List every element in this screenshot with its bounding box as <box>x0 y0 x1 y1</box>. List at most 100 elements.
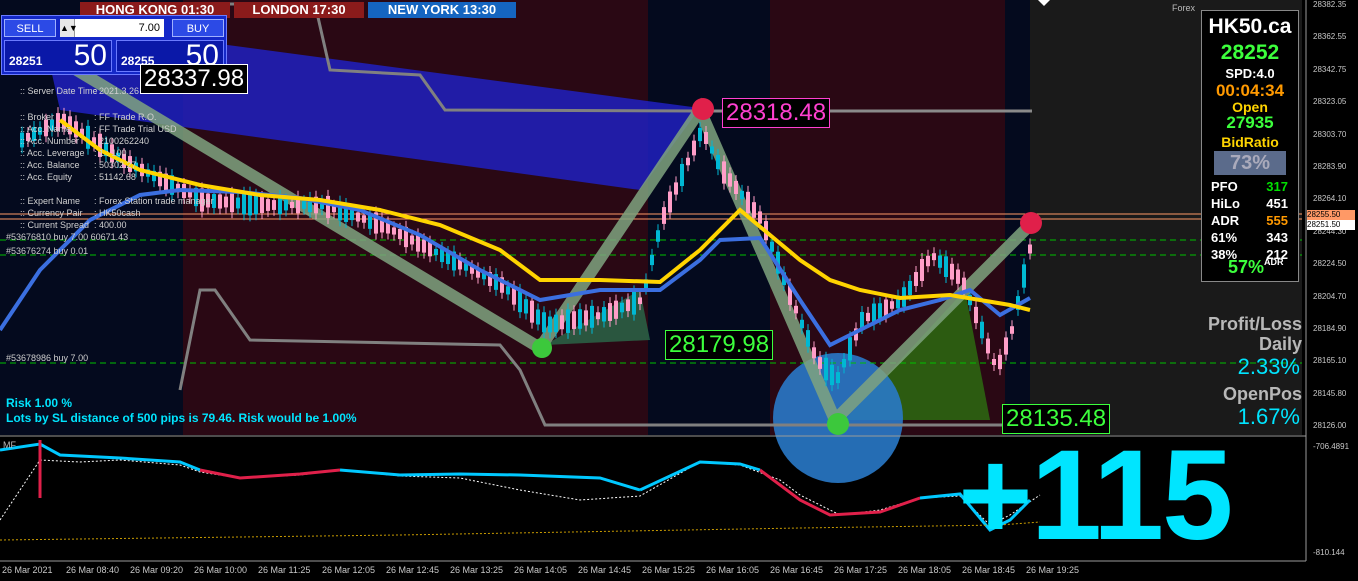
sell-button[interactable]: SELL <box>4 19 56 37</box>
candle <box>812 347 816 359</box>
candle <box>596 312 600 320</box>
candle <box>416 234 420 252</box>
candle <box>890 301 894 309</box>
buy-button[interactable]: BUY <box>172 19 224 37</box>
info-value: : FF Trade Trial USD <box>94 124 177 134</box>
price-axis-label: 28224.50 <box>1313 259 1347 269</box>
open-value: 27935 <box>1226 113 1274 132</box>
info-key: :: Broker <box>20 112 55 122</box>
candle <box>842 359 846 368</box>
candle <box>410 235 414 245</box>
candle <box>728 173 732 187</box>
account-info-row: :: Acc. Leverage: 1 : 100 <box>20 148 127 158</box>
candle <box>716 154 720 170</box>
candle <box>668 191 672 213</box>
time-axis-label: 26 Mar 16:45 <box>770 565 824 575</box>
candle <box>242 192 246 215</box>
candle <box>362 215 366 223</box>
order-line-label: #53676810 buy 7.00 60671.43 <box>6 232 129 242</box>
candle <box>938 255 942 268</box>
account-info-row: :: Acc. Name: FF Trade Trial USD <box>20 124 177 134</box>
candle <box>356 212 360 222</box>
price-axis-label: 28264.10 <box>1313 194 1347 204</box>
candle <box>608 303 612 321</box>
info-value: : 50302.27 <box>94 160 137 170</box>
candle <box>638 297 642 305</box>
candle <box>662 207 666 224</box>
candle <box>260 197 264 213</box>
candle <box>224 196 228 208</box>
candle <box>806 330 810 347</box>
candle <box>266 199 270 211</box>
candle <box>1004 337 1008 355</box>
info-key: :: Currency Pair <box>20 208 83 218</box>
candle <box>392 227 396 235</box>
candle <box>626 299 630 312</box>
candle <box>986 338 990 354</box>
order-line-label: #53676274 buy 0.01 <box>6 246 89 256</box>
osc-axis-top: -706.4891 <box>1313 442 1350 451</box>
account-info-row: :: Broker : FF Trade R.O. <box>20 112 157 122</box>
bidratio-box: 73% <box>1214 151 1286 175</box>
time-axis-label: 26 Mar 14:45 <box>578 565 632 575</box>
risk-percent: Risk 1.00 % <box>6 396 73 410</box>
info-value: : 400.00 <box>94 220 127 230</box>
candle <box>1022 264 1026 288</box>
candle <box>800 319 804 329</box>
account-info-row: :: Acc. Equity: 51142.68 <box>20 172 136 182</box>
price-axis-label: 28204.70 <box>1313 291 1347 301</box>
info-key: :: Expert Name <box>20 196 81 206</box>
lot-spinner[interactable]: ▲▼ <box>60 19 78 37</box>
symbol-info-panel: HK50.ca 28252 SPD:4.0 00:04:34 Open 2793… <box>1201 10 1299 282</box>
info-key: :: Current Spread <box>20 220 90 230</box>
info-key: :: Server Date Time <box>20 86 98 96</box>
candle <box>236 197 240 209</box>
candle <box>692 140 696 156</box>
spread: SPD:4.0 <box>1225 66 1275 81</box>
time-axis-label: 26 Mar 12:45 <box>386 565 440 575</box>
bid-price-box[interactable]: 28251 50 <box>4 39 112 72</box>
candle <box>818 357 822 369</box>
account-info-row: :: Expert Name: Forex Station trade mana… <box>20 196 214 206</box>
stat-value: 555 <box>1266 213 1288 228</box>
stat-value: 343 <box>1266 230 1288 245</box>
candle <box>956 269 960 284</box>
pnl-daily-value: 2.33% <box>1237 354 1300 379</box>
price-label-mid-low: 28179.98 <box>665 330 774 360</box>
candle <box>722 161 726 184</box>
pnl-title: Profit/Loss <box>1207 314 1302 334</box>
time-axis-label: 26 Mar 08:40 <box>66 565 120 575</box>
candle <box>920 259 924 281</box>
candle <box>650 254 654 266</box>
info-value: : 2100262240 <box>94 136 150 146</box>
candle <box>866 312 870 322</box>
candle <box>878 303 882 319</box>
candle <box>518 289 522 313</box>
candle <box>350 209 354 221</box>
time-axis-label: 26 Mar 17:25 <box>834 565 888 575</box>
current-price: 28252 <box>1220 41 1280 64</box>
time-axis-label: 26 Mar 14:05 <box>514 565 568 575</box>
candle <box>770 241 774 252</box>
candle <box>674 182 678 195</box>
time-axis-label: 26 Mar 16:05 <box>706 565 760 575</box>
candle <box>548 316 552 333</box>
candle <box>908 280 912 296</box>
price-axis-label: 28303.70 <box>1313 129 1347 139</box>
time-axis-label: 26 Mar 09:20 <box>130 565 184 575</box>
time-axis-label: 26 Mar 19:25 <box>1026 565 1080 575</box>
openpos-label: OpenPos <box>1222 384 1302 404</box>
candle-timer: 00:04:34 <box>1215 81 1285 100</box>
time-axis-label: 26 Mar 2021 <box>2 565 53 575</box>
candle <box>1028 244 1032 254</box>
account-info-row: :: Current Spread : 400.00 <box>20 220 127 230</box>
candle <box>794 305 798 314</box>
price-axis-label: 28283.90 <box>1313 162 1347 171</box>
time-axis-label: 26 Mar 12:05 <box>322 565 376 575</box>
account-info-row: :: Currency Pair: HK50cash <box>20 208 141 218</box>
candle <box>950 263 954 280</box>
info-value: : FF Trade R.O. <box>94 112 157 122</box>
time-axis-label: 26 Mar 11:25 <box>258 565 311 575</box>
symbol-name: HK50.ca <box>1208 15 1292 38</box>
order-line-label: #53678986 buy 7.00 <box>6 353 89 363</box>
